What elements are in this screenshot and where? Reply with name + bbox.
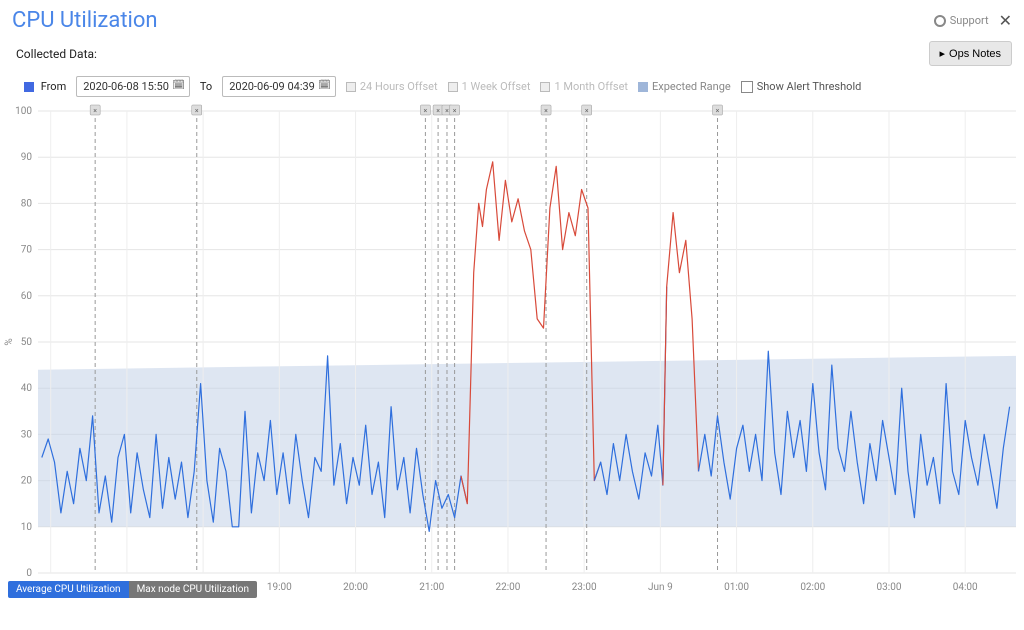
show-alert-threshold-checkbox[interactable]: Show Alert Threshold: [741, 80, 862, 93]
line-chart[interactable]: 0102030405060708090100%16:0017:0018:0019…: [0, 103, 1024, 598]
collected-label: Collected Data:: [16, 47, 97, 61]
svg-text:×: ×: [424, 107, 428, 115]
svg-text:×: ×: [716, 107, 720, 115]
svg-text:50: 50: [21, 337, 33, 348]
svg-text:×: ×: [544, 107, 548, 115]
from-label: From: [41, 80, 66, 93]
ops-notes-button[interactable]: ▸ Ops Notes: [929, 41, 1013, 66]
modal-header: CPU Utilization Support ✕: [0, 0, 1024, 37]
chart-area: 0102030405060708090100%16:0017:0018:0019…: [0, 103, 1024, 598]
svg-text:40: 40: [21, 383, 33, 394]
close-icon[interactable]: ✕: [999, 11, 1012, 30]
from-group: From: [24, 80, 66, 93]
svg-text:01:00: 01:00: [724, 582, 749, 593]
svg-text:%: %: [4, 338, 15, 345]
svg-text:19:00: 19:00: [267, 582, 292, 593]
svg-text:100: 100: [15, 106, 32, 117]
svg-text:20:00: 20:00: [343, 582, 368, 593]
svg-text:0: 0: [26, 568, 32, 579]
svg-text:30: 30: [21, 429, 33, 440]
svg-text:21:00: 21:00: [419, 582, 444, 593]
from-date-input[interactable]: 2020-06-08 15:50 🗓: [76, 76, 190, 97]
svg-text:20: 20: [21, 476, 33, 487]
svg-text:×: ×: [445, 107, 449, 115]
svg-text:60: 60: [21, 291, 33, 302]
svg-text:×: ×: [585, 107, 589, 115]
svg-text:90: 90: [21, 152, 33, 163]
calendar-icon: 🗓: [318, 80, 331, 91]
svg-text:×: ×: [436, 107, 440, 115]
svg-text:22:00: 22:00: [495, 582, 520, 593]
offset-1w-toggle[interactable]: 1 Week Offset: [448, 80, 531, 93]
series-swatch: [24, 82, 34, 92]
calendar-icon: 🗓: [172, 80, 185, 91]
offset-24h-toggle[interactable]: 24 Hours Offset: [346, 80, 438, 93]
svg-text:02:00: 02:00: [800, 582, 825, 593]
subheader: Collected Data: ▸ Ops Notes: [0, 37, 1024, 74]
expected-range-toggle[interactable]: Expected Range: [638, 80, 731, 93]
legend-avg[interactable]: Average CPU Utilization: [8, 581, 129, 598]
chart-controls: From 2020-06-08 15:50 🗓 To 2020-06-09 04…: [0, 74, 1024, 103]
chart-legend: Average CPU Utilization Max node CPU Uti…: [8, 581, 257, 598]
to-label: To: [200, 80, 212, 93]
offset-1m-toggle[interactable]: 1 Month Offset: [540, 80, 628, 93]
svg-text:10: 10: [21, 522, 33, 533]
svg-text:×: ×: [453, 107, 457, 115]
svg-text:80: 80: [21, 198, 33, 209]
svg-text:23:00: 23:00: [572, 582, 597, 593]
support-link[interactable]: Support: [934, 14, 989, 27]
svg-text:04:00: 04:00: [953, 582, 978, 593]
to-date-input[interactable]: 2020-06-09 04:39 🗓: [222, 76, 336, 97]
support-icon: [934, 15, 946, 27]
svg-text:70: 70: [21, 245, 33, 256]
page-title: CPU Utilization: [12, 8, 158, 33]
legend-max[interactable]: Max node CPU Utilization: [129, 581, 257, 598]
support-label: Support: [950, 14, 989, 27]
triangle-right-icon: ▸: [940, 47, 946, 60]
svg-text:×: ×: [195, 107, 199, 115]
svg-text:Jun 9: Jun 9: [648, 582, 673, 593]
svg-text:×: ×: [93, 107, 97, 115]
svg-text:03:00: 03:00: [877, 582, 902, 593]
